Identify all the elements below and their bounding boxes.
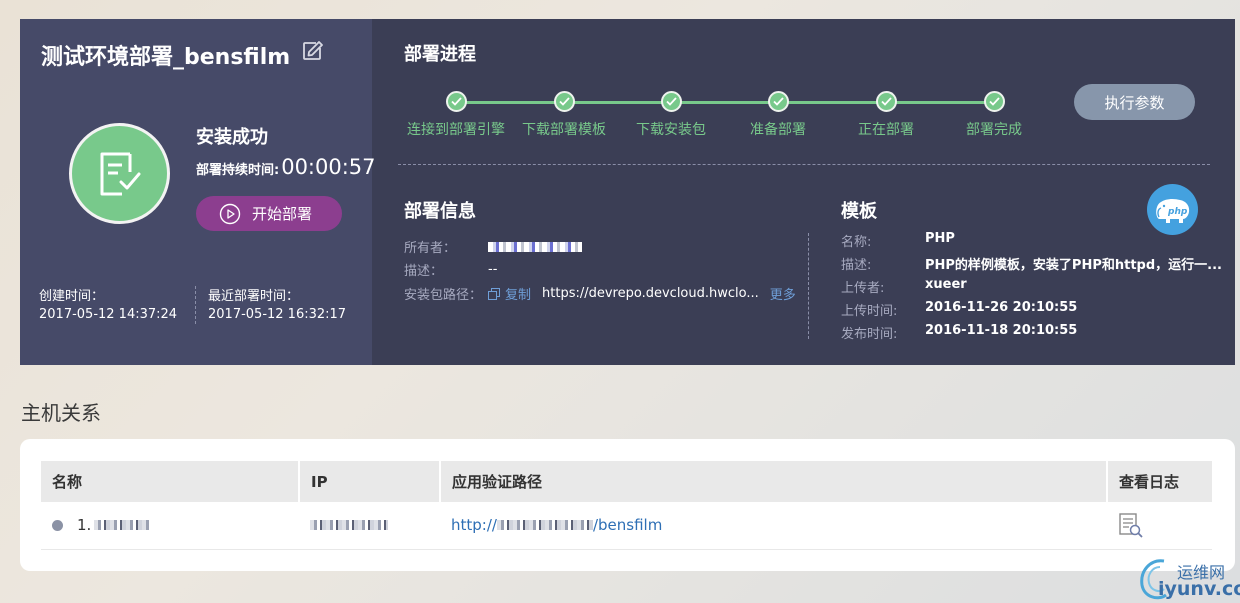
watermark-text-domain: iyunv.com <box>1158 578 1240 600</box>
recent-deploy-value: 2017-05-12 16:32:17 <box>208 307 347 322</box>
template-publish-time-label: 发布时间: <box>841 327 898 342</box>
info-divider <box>808 233 809 339</box>
step-label: 下载安装包 <box>636 122 706 138</box>
verify-url-suffix: /bensfilm <box>592 516 663 535</box>
description-row: 描述： -- <box>404 260 497 279</box>
view-log-cell <box>1107 502 1212 550</box>
check-icon <box>553 91 575 112</box>
package-path-label: 安装包路径： <box>404 288 483 303</box>
step-label: 准备部署 <box>750 122 806 138</box>
step-label: 下载部署模板 <box>522 122 606 138</box>
status-text: 安装成功 <box>196 127 268 148</box>
check-icon <box>445 91 467 112</box>
column-header-name: 名称 <box>41 461 300 502</box>
host-relations-title: 主机关系 <box>21 401 101 425</box>
owner-value-redacted <box>488 241 582 252</box>
template-name-row: 名称: PHP <box>841 231 955 250</box>
column-header-verify-path: 应用验证路径 <box>440 461 1108 502</box>
template-name-label: 名称: <box>841 235 872 250</box>
progress-title: 部署进程 <box>404 44 476 65</box>
view-log-icon[interactable] <box>1118 512 1144 538</box>
verify-path-cell: http:// /bensfilm <box>440 502 1107 550</box>
meta-divider <box>195 286 196 324</box>
host-name-cell: 1. <box>41 502 299 550</box>
check-icon <box>875 91 897 112</box>
table-row: 1. http:// /bensfilm <box>41 502 1212 550</box>
duration-label: 部署持续时间: <box>196 163 280 178</box>
template-uploader-row: 上传者: xueer <box>841 277 967 296</box>
package-path-value: https://devrepo.devcloud.hwclo... <box>542 286 759 301</box>
host-name-prefix: 1. <box>77 516 92 535</box>
template-desc-label: 描述: <box>841 258 872 273</box>
step-label: 正在部署 <box>858 122 914 138</box>
template-upload-time-value: 2016-11-26 20:10:55 <box>925 300 1078 315</box>
package-path-row: 安装包路径： 复制 https://devrepo.devcloud.hwclo… <box>404 284 796 303</box>
duration: 部署持续时间: 00:00:57 <box>196 155 376 179</box>
checklist-icon <box>100 152 140 195</box>
template-uploader-label: 上传者: <box>841 281 885 296</box>
template-upload-time-row: 上传时间: 2016-11-26 20:10:55 <box>841 300 1077 319</box>
description-label: 描述： <box>404 264 444 279</box>
host-ip-redacted <box>310 520 388 531</box>
site-watermark: 运维网 iyunv.com <box>1136 555 1240 603</box>
deploy-info-title: 部署信息 <box>404 201 476 222</box>
deployment-panel: 测试环境部署_bensfilm 安装成功 部署持续时间: 00:00:57 开始… <box>20 19 1235 365</box>
start-deploy-label: 开始部署 <box>252 205 313 223</box>
template-title: 模板 <box>841 201 877 222</box>
exec-params-button[interactable]: 执行参数 <box>1074 84 1195 120</box>
host-relations-card: 名称 IP 应用验证路径 查看日志 1. http:// /bensfilm <box>20 439 1235 571</box>
copy-label: 复制 <box>505 288 532 303</box>
progress-step: 下载部署模板 <box>504 91 624 139</box>
owner-label: 所有者： <box>404 241 457 256</box>
recent-deploy-time: 最近部署时间： 2017-05-12 16:32:17 <box>208 288 346 324</box>
template-publish-time-value: 2016-11-18 20:10:55 <box>925 323 1078 338</box>
verify-url-prefix: http:// <box>451 516 497 535</box>
host-table: 名称 IP 应用验证路径 查看日志 1. http:// /bensfilm <box>41 461 1212 550</box>
template-desc-value: PHP的样例模板，安装了PHP和httpd，运行一... <box>925 258 1222 273</box>
host-name-redacted <box>94 520 151 531</box>
more-link[interactable]: 更多 <box>770 284 796 303</box>
success-status-icon <box>69 123 170 224</box>
column-header-ip: IP <box>299 461 441 502</box>
step-label: 部署完成 <box>966 122 1022 138</box>
template-desc-row: 描述: PHP的样例模板，安装了PHP和httpd，运行一... <box>841 254 1222 273</box>
created-time-label: 创建时间： <box>39 289 105 304</box>
check-icon <box>660 91 682 112</box>
check-icon <box>767 91 789 112</box>
verify-url-redacted <box>496 520 593 531</box>
copy-button[interactable]: 复制 <box>488 284 531 303</box>
recent-deploy-label: 最近部署时间： <box>208 289 300 304</box>
step-label: 连接到部署引擎 <box>407 122 505 138</box>
owner-row: 所有者： <box>404 237 582 256</box>
start-deploy-button[interactable]: 开始部署 <box>196 196 342 231</box>
progress-step: 下载安装包 <box>611 91 731 139</box>
progress-divider <box>398 164 1210 165</box>
progress-step: 正在部署 <box>826 91 946 139</box>
copy-icon <box>488 287 500 300</box>
duration-value: 00:00:57 <box>281 155 376 179</box>
progress-step: 连接到部署引擎 <box>396 91 516 139</box>
host-status-dot <box>52 519 63 531</box>
template-upload-time-label: 上传时间: <box>841 304 898 319</box>
php-logo-text: php <box>1167 207 1188 217</box>
column-header-view-log: 查看日志 <box>1107 461 1212 502</box>
host-table-header: 名称 IP 应用验证路径 查看日志 <box>41 461 1212 502</box>
progress-step: 部署完成 <box>934 91 1054 139</box>
deployment-details: 部署进程 连接到部署引擎 下载部署模板 下载安装包 准备部署 正在部署 部署完成… <box>372 19 1235 365</box>
check-icon <box>983 91 1005 112</box>
deployment-summary: 测试环境部署_bensfilm 安装成功 部署持续时间: 00:00:57 开始… <box>20 19 376 365</box>
deployment-title: 测试环境部署_bensfilm <box>41 45 291 70</box>
created-time-value: 2017-05-12 14:37:24 <box>39 307 178 322</box>
verify-path-link[interactable]: http:// /bensfilm <box>451 516 1107 534</box>
host-ip-cell <box>299 502 440 550</box>
play-icon <box>219 203 241 224</box>
template-publish-time-row: 发布时间: 2016-11-18 20:10:55 <box>841 323 1077 342</box>
template-uploader-value: xueer <box>925 277 967 292</box>
php-elephant-icon: php <box>1147 184 1198 235</box>
created-time: 创建时间： 2017-05-12 14:37:24 <box>39 288 177 324</box>
edit-icon[interactable] <box>301 40 323 62</box>
template-name-value: PHP <box>925 231 955 246</box>
description-value: -- <box>488 262 498 277</box>
progress-step: 准备部署 <box>718 91 838 139</box>
